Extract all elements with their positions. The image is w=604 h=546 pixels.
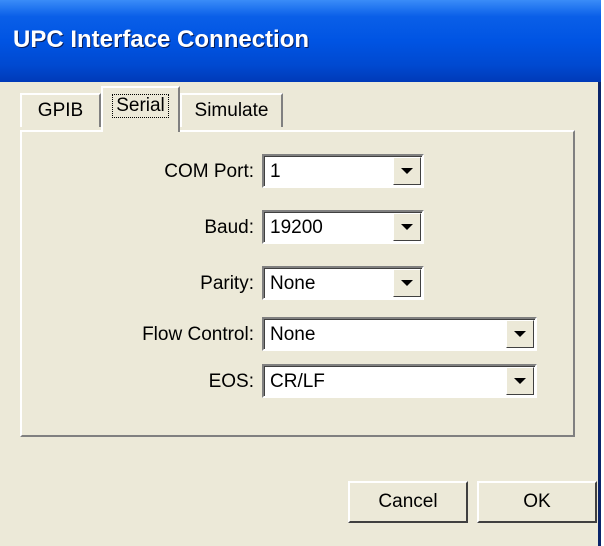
eos-dropdown-button[interactable]: [506, 367, 534, 395]
eos-select[interactable]: CR/LF: [262, 364, 537, 398]
tab-gpib-label: GPIB: [37, 100, 84, 121]
parity-value: None: [270, 273, 316, 294]
title-bar[interactable]: UPC Interface Connection: [0, 0, 601, 82]
ok-button[interactable]: OK: [477, 481, 597, 523]
chevron-down-icon: [514, 378, 526, 384]
flow-control-value: None: [270, 324, 316, 345]
dialog-window: UPC Interface Connection GPIB Serial Sim…: [0, 0, 601, 546]
parity-select[interactable]: None: [262, 266, 424, 300]
chevron-down-icon: [401, 168, 413, 174]
flow-control-label: Flow Control:: [142, 324, 254, 345]
tab-serial[interactable]: Serial: [101, 86, 180, 132]
cancel-button[interactable]: Cancel: [348, 481, 468, 523]
baud-dropdown-button[interactable]: [393, 213, 421, 241]
baud-label: Baud:: [204, 217, 254, 238]
tab-simulate-label: Simulate: [194, 100, 269, 121]
com-port-label: COM Port:: [164, 161, 254, 182]
com-port-dropdown-button[interactable]: [393, 157, 421, 185]
serial-tab-panel: COM Port: 1 Baud: 19200 Parity: None Flo…: [20, 130, 575, 437]
chevron-down-icon: [401, 224, 413, 230]
tab-serial-label: Serial: [112, 94, 169, 118]
baud-select[interactable]: 19200: [262, 210, 424, 244]
parity-label: Parity:: [200, 273, 254, 294]
window-title: UPC Interface Connection: [13, 26, 310, 53]
com-port-value: 1: [270, 161, 281, 182]
flow-control-dropdown-button[interactable]: [506, 320, 534, 348]
com-port-select[interactable]: 1: [262, 154, 424, 188]
eos-value: CR/LF: [270, 371, 325, 392]
eos-label: EOS:: [208, 371, 254, 392]
baud-value: 19200: [270, 217, 323, 238]
tab-gpib[interactable]: GPIB: [20, 93, 101, 127]
flow-control-select[interactable]: None: [262, 317, 537, 351]
chevron-down-icon: [401, 280, 413, 286]
tab-simulate[interactable]: Simulate: [180, 93, 283, 127]
chevron-down-icon: [514, 331, 526, 337]
parity-dropdown-button[interactable]: [393, 269, 421, 297]
